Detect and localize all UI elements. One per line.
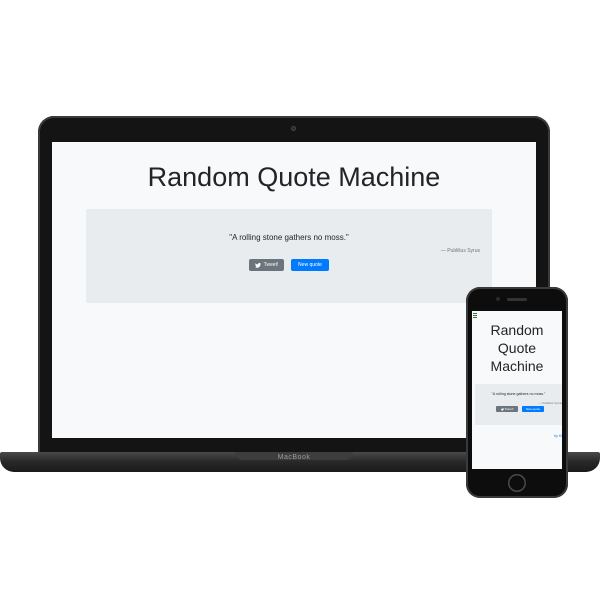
mobile-tweet-button-label: Tweet! <box>504 407 514 411</box>
mobile-title-line: Quote <box>497 340 537 356</box>
mobile-title-line: Random <box>490 322 544 338</box>
mobile-quote-card: "A rolling stone gathers no moss." — Pub… <box>475 384 562 425</box>
twitter-icon <box>500 407 504 411</box>
mobile-quote-author: — Publilius Syrus <box>538 401 562 405</box>
quote-author: — Publilius Syrus <box>440 248 480 254</box>
laptop-screen: Random Quote Machine "A rolling stone ga… <box>52 142 536 438</box>
mobile-title-line: Machine <box>490 358 544 374</box>
phone-speaker <box>507 298 527 301</box>
mockup-stage: Random Quote Machine "A rolling stone ga… <box>0 0 600 601</box>
laptop-brand-label: MacBook <box>277 454 311 461</box>
phone-screen: Random Quote Machine "A rolling stone ga… <box>472 311 562 469</box>
quote-card: "A rolling stone gathers no moss." — Pub… <box>86 209 492 303</box>
twitter-icon <box>254 262 261 268</box>
page-title: Random Quote Machine <box>147 162 441 192</box>
laptop-camera <box>291 126 296 131</box>
mobile-footer-credit[interactable]: by Ki <box>554 434 562 438</box>
quote-text: "A rolling stone gathers no moss." <box>229 233 349 242</box>
menu-icon[interactable] <box>473 313 477 318</box>
phone-home-button <box>508 474 526 492</box>
mobile-quote-text: "A rolling stone gathers no moss." <box>491 392 546 396</box>
tweet-button-label: Tweet! <box>263 262 279 268</box>
tweet-button[interactable]: Tweet! <box>249 259 284 271</box>
mobile-new-quote-button[interactable]: New quote <box>522 406 544 412</box>
phone-camera <box>496 297 500 301</box>
new-quote-button[interactable]: New quote <box>291 259 329 271</box>
mobile-tweet-button[interactable]: Tweet! <box>496 406 518 412</box>
mobile-page-title: Random Quote Machine <box>472 321 562 375</box>
